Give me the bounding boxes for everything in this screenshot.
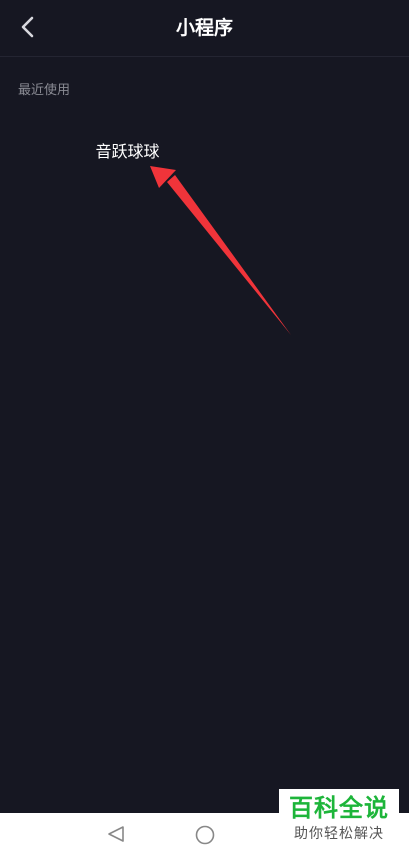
mini-app-name: 音跃球球 <box>95 142 160 161</box>
watermark-subtitle: 助你轻松解决 <box>294 826 384 842</box>
watermark-title: 百科全说 <box>289 794 389 822</box>
header-bar: 小程序 <box>0 0 409 57</box>
annotation-arrow <box>150 166 291 335</box>
watermark-logo: 百科全说 助你轻松解决 <box>279 789 399 851</box>
circle-home-icon[interactable] <box>194 824 216 846</box>
recent-section-label: 最近使用 <box>18 83 71 98</box>
page-title: 小程序 <box>175 17 233 39</box>
mini-app-item[interactable]: 音跃球球 <box>80 138 175 166</box>
triangle-back-icon[interactable] <box>106 824 126 844</box>
